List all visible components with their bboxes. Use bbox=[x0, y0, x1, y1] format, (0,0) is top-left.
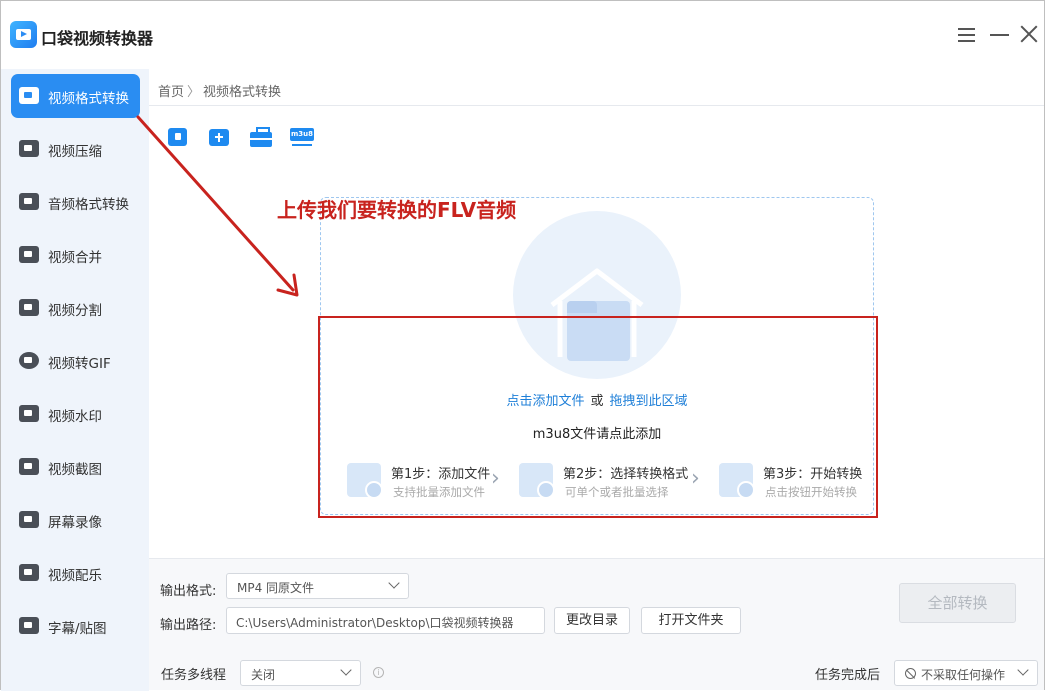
step-subtitle: 支持批量添加文件 bbox=[393, 485, 485, 499]
step-title: 第1步：添加文件 bbox=[391, 467, 491, 482]
app-logo-icon bbox=[10, 21, 37, 48]
step-1: 第1步：添加文件 支持批量添加文件 bbox=[347, 461, 497, 501]
step-subtitle: 点击按钮开始转换 bbox=[765, 485, 857, 499]
sidebar-item-label: 视频水印 bbox=[48, 409, 102, 425]
convert-all-button[interactable]: 全部转换 bbox=[899, 583, 1016, 623]
add-file-link[interactable]: 点击添加文件 bbox=[506, 394, 584, 409]
folder-icon bbox=[567, 301, 630, 361]
open-folder-button[interactable]: 打开文件夹 bbox=[641, 607, 741, 634]
video-convert-icon bbox=[19, 87, 39, 104]
step-subtitle: 可单个或者批量选择 bbox=[565, 485, 669, 499]
output-format-label: 输出格式: bbox=[160, 584, 217, 599]
step-title: 第3步：开始转换 bbox=[763, 467, 863, 482]
batch-add-icon[interactable] bbox=[249, 125, 273, 149]
close-icon[interactable] bbox=[1016, 21, 1042, 47]
m3u8-icon[interactable]: m3u8 bbox=[290, 125, 316, 149]
chevron-right-icon: › bbox=[691, 466, 700, 491]
annotation-text: 上传我们要转换的FLV音频 bbox=[277, 198, 517, 222]
chevron-right-icon: › bbox=[491, 466, 500, 491]
sidebar-item-label: 视频合并 bbox=[48, 250, 102, 266]
sidebar-item-label: 视频配乐 bbox=[48, 568, 102, 584]
sidebar-item-video-compress[interactable]: 视频压缩 bbox=[11, 127, 140, 171]
output-path-label: 输出路径: bbox=[160, 618, 217, 633]
sidebar-item-label: 视频转GIF bbox=[48, 356, 111, 372]
sidebar-item-video-to-gif[interactable]: 视频转GIF bbox=[11, 339, 140, 383]
screen-record-icon bbox=[19, 511, 39, 528]
after-complete-label: 任务完成后 bbox=[815, 668, 881, 683]
sidebar-item-screen-record[interactable]: 屏幕录像 bbox=[11, 498, 140, 542]
drop-zone-prompt: 点击添加文件或拖拽到此区域 bbox=[320, 390, 874, 409]
step-2: 第2步：选择转换格式 可单个或者批量选择 bbox=[519, 461, 689, 501]
chevron-down-icon bbox=[388, 577, 400, 589]
title-bar: 口袋视频转换器 bbox=[1, 1, 1044, 69]
ban-icon bbox=[905, 668, 916, 679]
breadcrumb-home[interactable]: 首页 bbox=[158, 85, 184, 100]
chevron-down-icon bbox=[340, 664, 352, 676]
sidebar-item-label: 视频压缩 bbox=[48, 144, 102, 160]
menu-icon[interactable] bbox=[954, 21, 980, 47]
m3u8-add-link[interactable]: m3u8文件请点此添加 bbox=[320, 423, 874, 442]
step-3: 第3步：开始转换 点击按钮开始转换 bbox=[719, 461, 864, 501]
sidebar: 视频格式转换 视频压缩 音频格式转换 视频合并 视频分割 视频转GIF 视频水印 bbox=[1, 69, 149, 691]
breadcrumb-current: 视频格式转换 bbox=[203, 85, 282, 100]
m3u8-icon-label: m3u8 bbox=[290, 128, 314, 141]
watermark-icon bbox=[19, 405, 39, 422]
video-split-icon bbox=[19, 299, 39, 316]
app-title: 口袋视频转换器 bbox=[41, 29, 154, 48]
sidebar-item-label: 屏幕录像 bbox=[48, 515, 102, 531]
sidebar-item-video-music[interactable]: 视频配乐 bbox=[11, 551, 140, 595]
multithread-value: 关闭 bbox=[251, 668, 276, 682]
add-video-icon[interactable] bbox=[166, 125, 190, 149]
output-format-value: MP4 同原文件 bbox=[237, 581, 315, 595]
sidebar-item-video-merge[interactable]: 视频合并 bbox=[11, 233, 140, 277]
start-convert-step-icon bbox=[719, 463, 755, 499]
step-title: 第2步：选择转换格式 bbox=[563, 467, 689, 482]
divider bbox=[149, 105, 1044, 106]
info-icon[interactable]: i bbox=[373, 667, 384, 678]
sidebar-item-label: 视频截图 bbox=[48, 462, 102, 478]
drag-here-link[interactable]: 拖拽到此区域 bbox=[610, 394, 688, 409]
breadcrumb-separator: 〉 bbox=[187, 85, 201, 100]
sidebar-item-label: 音频格式转换 bbox=[48, 197, 129, 213]
video-merge-icon bbox=[19, 246, 39, 263]
sidebar-item-subtitle-sticker[interactable]: 字幕/贴图 bbox=[11, 604, 140, 648]
app-window: 口袋视频转换器 视频格式转换 视频压缩 音频格式转换 视频合并 视频分割 视频转… bbox=[0, 0, 1045, 691]
or-text: 或 bbox=[590, 394, 604, 409]
gif-icon bbox=[19, 352, 39, 369]
breadcrumb: 首页〉视频格式转换 bbox=[158, 81, 281, 100]
add-folder-icon[interactable] bbox=[207, 125, 231, 149]
change-directory-button[interactable]: 更改目录 bbox=[554, 607, 630, 634]
music-icon bbox=[19, 564, 39, 581]
sidebar-item-video-watermark[interactable]: 视频水印 bbox=[11, 392, 140, 436]
sidebar-item-video-split[interactable]: 视频分割 bbox=[11, 286, 140, 330]
screenshot-icon bbox=[19, 458, 39, 475]
after-complete-select[interactable]: 不采取任何操作 bbox=[894, 660, 1038, 686]
sidebar-item-label: 字幕/贴图 bbox=[48, 621, 107, 637]
video-compress-icon bbox=[19, 140, 39, 157]
sidebar-item-video-format-convert[interactable]: 视频格式转换 bbox=[11, 74, 140, 118]
multithread-label: 任务多线程 bbox=[161, 668, 227, 683]
sidebar-item-audio-format-convert[interactable]: 音频格式转换 bbox=[11, 180, 140, 224]
minimize-icon[interactable] bbox=[987, 21, 1013, 47]
output-path-field[interactable]: C:\Users\Administrator\Desktop\口袋视频转换器 bbox=[226, 607, 545, 634]
sidebar-item-label: 视频格式转换 bbox=[48, 91, 129, 107]
after-complete-value: 不采取任何操作 bbox=[921, 668, 1006, 682]
sidebar-item-label: 视频分割 bbox=[48, 303, 102, 319]
chevron-down-icon bbox=[1017, 664, 1029, 676]
subtitle-icon bbox=[19, 617, 39, 634]
audio-convert-icon bbox=[19, 193, 39, 210]
sidebar-item-video-screenshot[interactable]: 视频截图 bbox=[11, 445, 140, 489]
add-file-step-icon bbox=[347, 463, 383, 499]
multithread-select[interactable]: 关闭 bbox=[240, 660, 361, 686]
output-format-select[interactable]: MP4 同原文件 bbox=[226, 573, 409, 599]
choose-format-step-icon bbox=[519, 463, 555, 499]
